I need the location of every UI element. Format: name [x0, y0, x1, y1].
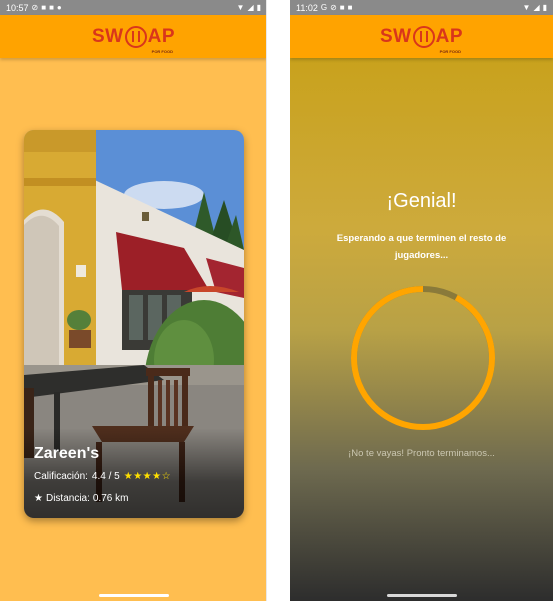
shield-icon: ⊘	[31, 2, 39, 12]
notification-icon: ■	[347, 2, 353, 12]
battery-icon: ▮	[256, 2, 261, 12]
app-logo: SW AP POR FOOD	[91, 25, 175, 54]
progress-arc	[351, 286, 495, 430]
rating-stars-icon: ★★★★☆	[123, 471, 172, 482]
app-bar: SW AP POR FOOD	[0, 15, 267, 58]
notification-icon: ■	[49, 2, 54, 12]
logo-fork-icon	[412, 25, 435, 48]
app-logo: SW AP POR FOOD	[379, 25, 463, 54]
navigation-bar	[0, 590, 267, 601]
progress-ring	[351, 286, 495, 430]
status-bar: 11:02 G ⊘ ■ ■ ▼ ◢ ▮	[290, 0, 553, 15]
alert-icon: ●	[56, 2, 62, 12]
status-bar: 10:57 ⊘ ■ ■ ● ▼ ◢ ▮	[0, 0, 267, 15]
navigation-bar	[290, 590, 553, 601]
waiting-screen: 11:02 G ⊘ ■ ■ ▼ ◢ ▮ SW AP POR FOOD ¡Geni…	[290, 0, 553, 601]
restaurant-distance: ★ Distancia: 0.76 km	[34, 493, 128, 504]
google-icon: G	[320, 2, 328, 12]
app-bar: SW AP POR FOOD	[290, 15, 553, 58]
wifi-icon: ▼	[522, 2, 531, 12]
restaurant-rating: Calificación: 4.4 / 5 ★★★★☆	[34, 471, 171, 482]
distance-star-icon: ★	[34, 493, 43, 504]
rating-label: Calificación:	[34, 471, 88, 482]
signal-icon: ◢	[247, 2, 254, 12]
headline: ¡Genial!	[386, 190, 457, 212]
home-indicator[interactable]	[386, 594, 457, 597]
mail-icon: ■	[339, 2, 345, 12]
restaurant-card[interactable]: Zareen's Calificación: 4.4 / 5 ★★★★☆ ★ D…	[24, 130, 244, 518]
battery-icon: ▮	[542, 2, 547, 12]
status-time: 10:57	[6, 2, 29, 13]
home-indicator[interactable]	[98, 594, 169, 597]
logo-fork-icon	[124, 25, 147, 48]
status-time: 11:02	[296, 2, 318, 13]
distance-label: Distancia:	[45, 493, 90, 504]
swipe-screen: 10:57 ⊘ ■ ■ ● ▼ ◢ ▮ SW AP POR FOOD Zaree…	[0, 0, 267, 601]
distance-value: 0.76 km	[92, 493, 129, 504]
mail-icon: ■	[41, 2, 47, 12]
waiting-message: Esperando a que terminen el resto de jug…	[336, 233, 507, 261]
signal-icon: ◢	[533, 2, 540, 12]
shield-icon: ⊘	[330, 2, 337, 12]
restaurant-name: Zareen's	[34, 445, 100, 462]
footer-message: ¡No te vayas! Pronto terminamos...	[348, 448, 495, 459]
wifi-icon: ▼	[236, 2, 245, 12]
divider	[266, 0, 267, 601]
rating-value: 4.4 / 5	[91, 471, 120, 482]
